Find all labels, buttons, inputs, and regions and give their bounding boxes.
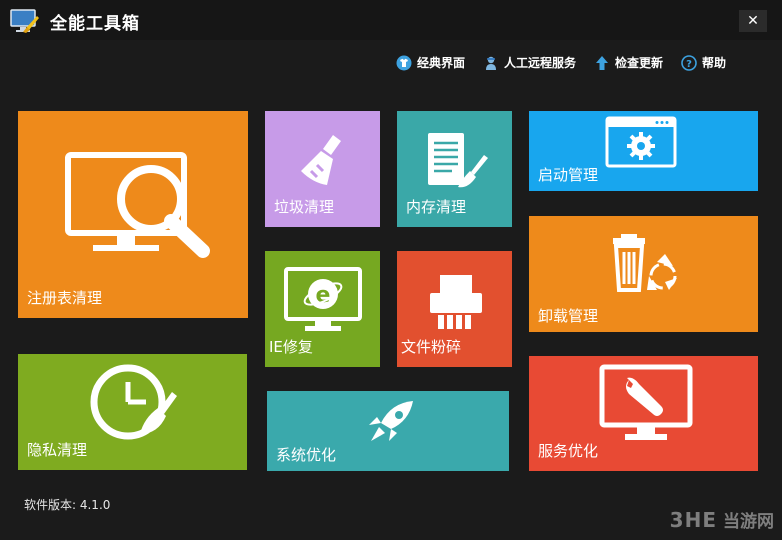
support-person-icon [486,56,497,70]
privacy-cleanup-tile[interactable]: 隐私清理 [18,354,247,470]
remote-service-link[interactable]: 人工远程服务 [483,54,576,71]
close-icon: ✕ [747,13,759,29]
check-update-label: 检查更新 [615,56,664,70]
ie-repair-label: IE修复 [269,338,313,356]
monitor-brush-logo-icon [10,9,39,33]
shredder-icon [430,275,482,329]
watermark: 3HE 当游网 [669,507,774,533]
tshirt-icon [396,55,412,70]
software-version: 软件版本: 4.1.0 [24,498,111,512]
ie-repair-tile[interactable]: e IE修复 [265,251,380,367]
uninstall-management-tile[interactable]: 卸载管理 [529,216,758,332]
clock-broom-icon [90,364,177,440]
startup-management-tile[interactable]: 启动管理 [529,111,758,191]
title-bar: 全能工具箱 ✕ [0,0,782,40]
service-optimize-tile[interactable]: 服务优化 [529,356,758,471]
top-toolbar: 经典界面 人工远程服务 检查更新 ? 帮助 [396,54,726,71]
memory-cleanup-tile[interactable]: 内存清理 [397,111,512,227]
watermark-logo: 3HE [669,507,717,532]
broom-icon [301,135,341,185]
help-label: 帮助 [702,56,727,70]
uninstall-management-label: 卸载管理 [538,307,599,325]
window-gear-icon [605,116,677,168]
watermark-text: 当游网 [723,512,774,532]
startup-management-label: 启动管理 [538,166,599,184]
junk-cleanup-label: 垃圾清理 [274,198,335,216]
classic-ui-link[interactable]: 经典界面 [396,54,465,71]
arrow-up-icon [596,55,609,70]
system-optimize-tile[interactable]: 系统优化 [267,391,509,471]
svg-text:?: ? [686,59,692,70]
privacy-cleanup-label: 隐私清理 [27,441,88,459]
help-link[interactable]: ? 帮助 [681,54,726,71]
file-shred-tile[interactable]: 文件粉碎 [397,251,512,367]
monitor-ie-icon: e [284,267,362,331]
trash-recycle-icon [613,234,677,292]
check-update-link[interactable]: 检查更新 [594,54,663,71]
help-icon: ? [681,54,697,71]
file-shred-label: 文件粉碎 [401,338,462,356]
registry-cleanup-tile[interactable]: 注册表清理 [18,111,248,318]
junk-cleanup-tile[interactable]: 垃圾清理 [265,111,380,227]
close-button[interactable]: ✕ [739,10,767,32]
service-optimize-label: 服务优化 [538,442,599,460]
registry-cleanup-label: 注册表清理 [27,289,103,307]
document-broom-icon [428,133,488,188]
system-optimize-label: 系统优化 [276,446,337,464]
app-title: 全能工具箱 [50,14,140,34]
rocket-icon [369,401,413,441]
remote-service-label: 人工远程服务 [504,56,577,70]
monitor-wrench-icon [599,364,693,440]
monitor-search-icon [65,152,210,258]
classic-ui-label: 经典界面 [417,56,466,70]
memory-cleanup-label: 内存清理 [406,198,467,216]
